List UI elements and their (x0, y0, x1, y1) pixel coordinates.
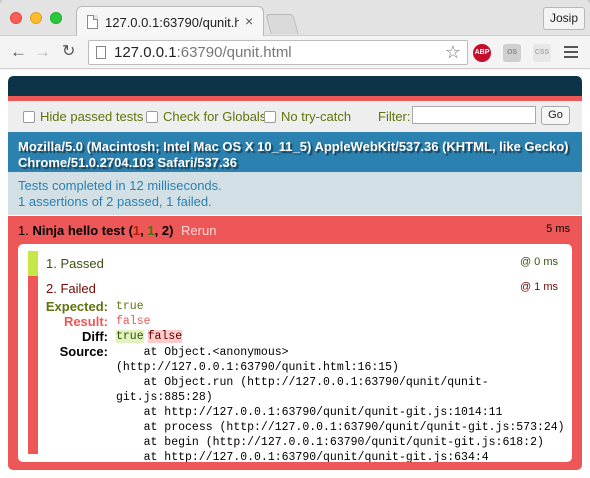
reload-icon[interactable]: ↻ (62, 42, 75, 62)
result-value: false (116, 315, 151, 328)
url-path: :63790/qunit.html (176, 44, 292, 61)
assertion-failed: 2. Failed @ 1 ms Expected: true Result: … (28, 276, 565, 462)
assertion-passed: 1. Passed @ 0 ms (28, 251, 562, 276)
document-icon (87, 15, 98, 29)
assertion-label: 2. Failed (46, 281, 96, 296)
qunit-header (8, 76, 582, 101)
url-text[interactable]: 127.0.0.1:63790/qunit.html (114, 44, 292, 61)
test-name: Ninja hello test (32, 223, 125, 238)
no-try-catch-label: No try-catch (281, 109, 352, 124)
qunit-toolbar: Hide passed tests Check for Globals No t… (8, 101, 582, 132)
test-item-failed: 1. Ninja hello test (1, 1, 2) Rerun 5 ms… (8, 216, 582, 470)
checkbox-box[interactable] (264, 110, 276, 123)
result-label: Result: (63, 314, 108, 329)
diff-deleted: false (147, 330, 183, 343)
bookmark-star-icon[interactable]: ☆ (445, 42, 461, 63)
forward-arrow-icon[interactable]: → (34, 42, 51, 62)
new-tab-button[interactable] (265, 14, 299, 34)
test-runtime: 5 ms (546, 223, 570, 235)
result-counts: 1 assertions of 2 passed, 1 failed. (18, 194, 212, 209)
test-heading[interactable]: 1. Ninja hello test (1, 1, 2) Rerun (18, 223, 216, 238)
hide-passed-label: Hide passed tests (40, 109, 144, 124)
filter-label: Filter: (378, 109, 411, 124)
result-duration: Tests completed in 12 milliseconds. (18, 178, 222, 193)
total-count: 2 (161, 223, 170, 238)
check-globals-checkbox[interactable]: Check for Globals (146, 109, 266, 124)
page-icon (96, 46, 106, 59)
expected-label: Expected: (45, 299, 108, 314)
assertion-list: 1. Passed @ 0 ms 2. Failed @ 1 ms Expect… (18, 244, 572, 462)
no-try-catch-checkbox[interactable]: No try-catch (264, 109, 351, 124)
back-arrow-icon[interactable]: ← (10, 42, 27, 62)
css-extension-icon[interactable]: CSS (533, 44, 551, 62)
qunit-container: Hide passed tests Check for Globals No t… (8, 76, 582, 476)
go-button[interactable]: Go (541, 106, 570, 125)
close-window-button[interactable] (10, 12, 22, 24)
assertion-time: @ 0 ms (519, 256, 558, 268)
source-stack-trace: at Object.<anonymous> (http://127.0.0.1:… (116, 346, 565, 462)
tab-title: 127.0.0.1:63790/qunit.htm (105, 15, 239, 30)
page-viewport: Hide passed tests Check for Globals No t… (0, 70, 590, 478)
url-host: 127.0.0.1 (114, 44, 177, 61)
diff-value: true false (116, 330, 183, 344)
test-number: 1. (18, 223, 29, 238)
test-counts: (1, 1, 2) (128, 223, 174, 238)
browser-toolbar: ← → ↻ 127.0.0.1:63790/qunit.html ☆ ABP O… (0, 36, 590, 69)
checkbox-box[interactable] (146, 110, 158, 123)
hamburger-menu-icon[interactable] (564, 46, 578, 58)
tab-close-icon[interactable]: × (245, 13, 253, 29)
passed-count: 1 (147, 223, 155, 238)
profile-button[interactable]: Josip (543, 7, 585, 30)
address-bar[interactable]: 127.0.0.1:63790/qunit.html ☆ (88, 40, 468, 65)
filter-input[interactable] (412, 106, 536, 124)
assertion-time: @ 1 ms (519, 281, 558, 293)
os-extension-icon[interactable]: OS (503, 44, 521, 62)
test-result-summary: Tests completed in 12 milliseconds. 1 as… (8, 172, 582, 216)
browser-tab[interactable]: 127.0.0.1:63790/qunit.htm × (76, 6, 264, 37)
check-globals-label: Check for Globals (163, 109, 267, 124)
adblock-extension-icon[interactable]: ABP (473, 44, 491, 62)
diff-inserted: true (116, 330, 144, 343)
rerun-link[interactable]: Rerun (181, 223, 216, 238)
browser-window: 127.0.0.1:63790/qunit.htm × Josip ← → ↻ … (0, 0, 590, 478)
expected-value: true (116, 300, 144, 313)
maximize-window-button[interactable] (50, 12, 62, 24)
title-bar: 127.0.0.1:63790/qunit.htm × Josip (0, 0, 590, 37)
source-label: Source: (59, 344, 108, 359)
minimize-window-button[interactable] (30, 12, 42, 24)
hide-passed-checkbox[interactable]: Hide passed tests (23, 109, 143, 124)
user-agent-banner: Mozilla/5.0 (Macintosh; Intel Mac OS X 1… (8, 132, 582, 172)
checkbox-box[interactable] (23, 110, 35, 123)
diff-label: Diff: (82, 329, 108, 344)
assertion-label: 1. Passed (46, 256, 104, 271)
